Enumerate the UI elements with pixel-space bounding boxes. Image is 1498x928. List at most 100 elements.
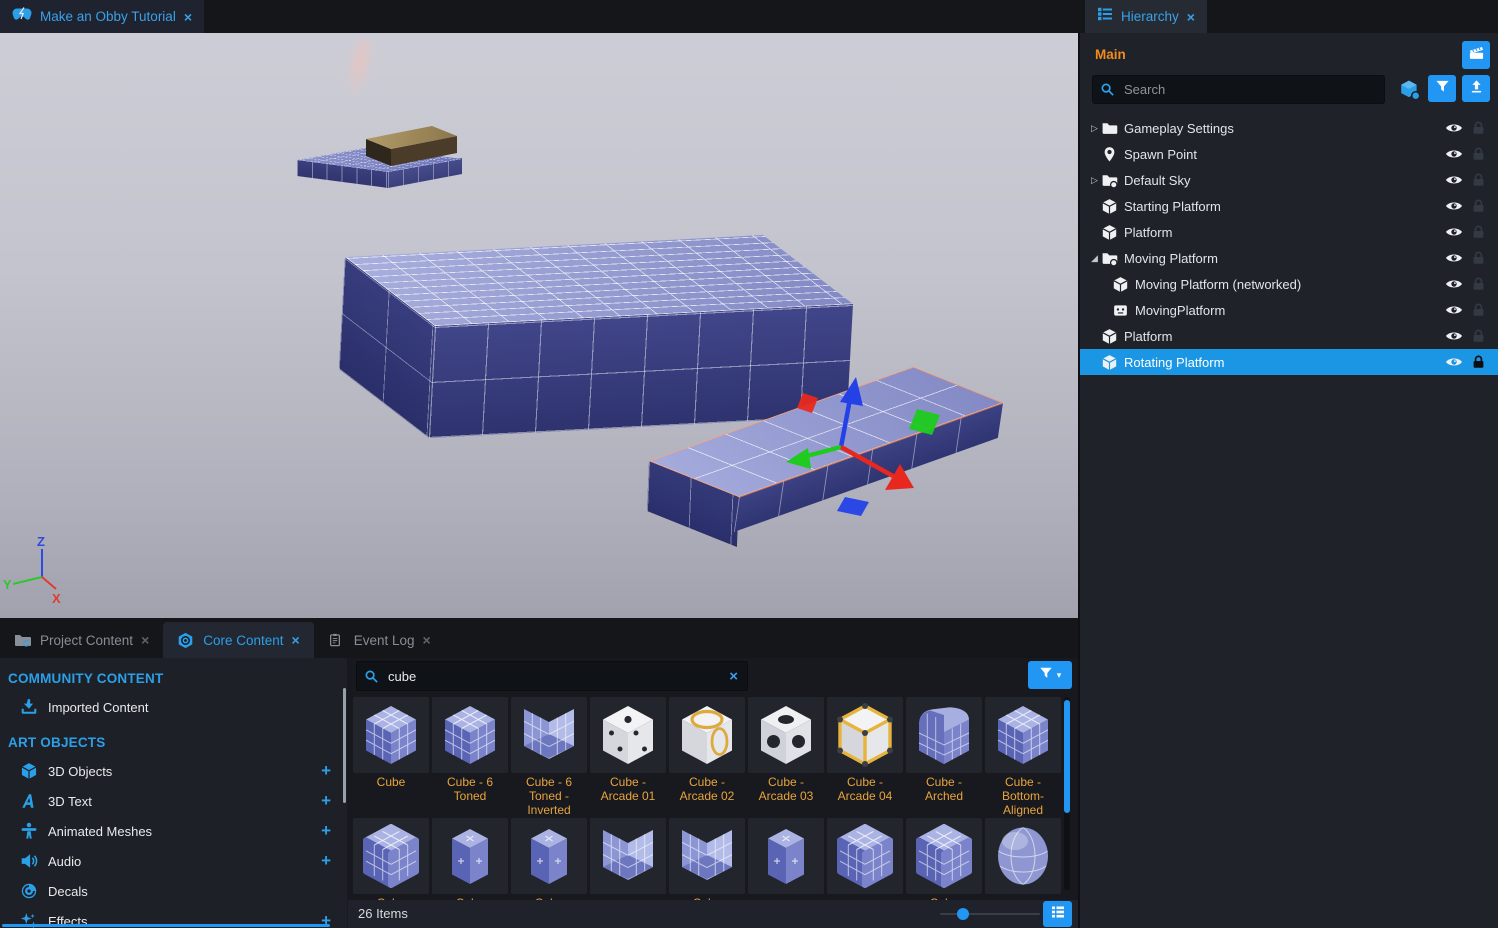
3d-viewport[interactable]: Z Y X xyxy=(0,33,1078,618)
asset-scrollbar-thumb[interactable] xyxy=(1064,700,1070,813)
hierarchy-item-spawn-point[interactable]: Spawn Point xyxy=(1080,141,1498,167)
hierarchy-item-moving-platform-networked[interactable]: Moving Platform (networked) xyxy=(1080,271,1498,297)
thumbnail-size-slider[interactable] xyxy=(940,913,1040,915)
asset-search[interactable]: × xyxy=(356,661,748,691)
axis-y-label: Y xyxy=(3,577,12,592)
scene-settings-button[interactable] xyxy=(1462,41,1490,69)
lock-icon[interactable] xyxy=(1471,276,1486,292)
hierarchy-item-moving-platform[interactable]: ◢Moving Platform xyxy=(1080,245,1498,271)
hierarchy-icon xyxy=(1097,6,1113,27)
close-icon[interactable]: × xyxy=(292,633,300,647)
sidebar-item-3d-text[interactable]: 3D Text+ xyxy=(0,786,347,816)
visibility-eye-icon[interactable] xyxy=(1445,276,1463,292)
axis-z-label: Z xyxy=(37,534,45,549)
asset-tile-cube-6-toned[interactable]: Cube - 6 Toned xyxy=(432,697,508,817)
asset-tile-cube[interactable]: Cube xyxy=(511,818,587,910)
add-button[interactable]: + xyxy=(321,761,331,781)
lock-icon[interactable] xyxy=(1471,146,1486,162)
close-icon[interactable]: × xyxy=(1187,10,1195,24)
asset-thumbnail xyxy=(590,697,666,773)
gamepad-icon xyxy=(12,7,32,26)
asset-tile-cube[interactable]: Cube xyxy=(906,818,982,910)
object-mode-icon[interactable] xyxy=(1399,79,1421,101)
close-icon[interactable]: × xyxy=(184,10,192,24)
clear-search-icon[interactable]: × xyxy=(729,669,738,684)
asset-tile-item[interactable] xyxy=(985,818,1061,910)
asset-tile-cube-arcade-01[interactable]: Cube - Arcade 01 xyxy=(590,697,666,817)
hierarchy-item-gameplay-settings[interactable]: ▷Gameplay Settings xyxy=(1080,115,1498,141)
view-mode-button[interactable] xyxy=(1043,901,1072,927)
hierarchy-search[interactable] xyxy=(1092,75,1385,104)
asset-tile-cube-arched[interactable]: Cube - Arched xyxy=(906,697,982,817)
export-button[interactable] xyxy=(1462,75,1490,102)
tab-project-content[interactable]: Project Content × xyxy=(0,622,163,658)
asset-tile-cube-arcade-04[interactable]: Cube - Arcade 04 xyxy=(827,697,903,817)
visibility-eye-icon[interactable] xyxy=(1445,198,1463,214)
lock-icon[interactable] xyxy=(1471,250,1486,266)
close-icon[interactable]: × xyxy=(141,633,149,647)
visibility-eye-icon[interactable] xyxy=(1445,224,1463,240)
clipboard-icon xyxy=(328,632,346,648)
visibility-eye-icon[interactable] xyxy=(1445,354,1463,370)
hierarchy-item-movingplatform[interactable]: MovingPlatform xyxy=(1080,297,1498,323)
visibility-eye-icon[interactable] xyxy=(1445,302,1463,318)
asset-tile-cube[interactable]: Cube xyxy=(432,818,508,910)
hierarchy-search-input[interactable] xyxy=(1122,81,1384,98)
hierarchy-item-rotating-platform[interactable]: Rotating Platform xyxy=(1080,349,1498,375)
visibility-eye-icon[interactable] xyxy=(1445,172,1463,188)
asset-tile-cube[interactable]: Cube xyxy=(353,818,429,910)
sidebar-item-imported-content[interactable]: Imported Content xyxy=(0,692,347,722)
slider-thumb[interactable] xyxy=(957,908,969,920)
tree-collapsed-icon[interactable]: ▷ xyxy=(1088,123,1101,134)
hierarchy-item-default-sky[interactable]: ▷Default Sky xyxy=(1080,167,1498,193)
visibility-eye-icon[interactable] xyxy=(1445,120,1463,136)
tab-event-log[interactable]: Event Log × xyxy=(314,622,445,658)
sidebar-item-3d-objects[interactable]: 3D Objects+ xyxy=(0,756,347,786)
hierarchy-tab[interactable]: Hierarchy × xyxy=(1085,0,1207,33)
project-tab[interactable]: Make an Obby Tutorial × xyxy=(0,0,204,33)
asset-tile-cube-arcade-03[interactable]: Cube - Arcade 03 xyxy=(748,697,824,817)
lock-icon[interactable] xyxy=(1471,328,1486,344)
script-icon xyxy=(1112,302,1129,319)
cube-icon xyxy=(1101,198,1118,215)
hierarchy-item-platform[interactable]: Platform xyxy=(1080,219,1498,245)
asset-tile-item[interactable] xyxy=(827,818,903,910)
hierarchy-item-label: Moving Platform (networked) xyxy=(1135,277,1445,292)
asset-tile-cube[interactable]: Cube xyxy=(353,697,429,817)
asset-tile-cube-bottom-aligned[interactable]: Cube - Bottom-Aligned xyxy=(985,697,1061,817)
visibility-eye-icon[interactable] xyxy=(1445,250,1463,266)
sidebar-scrollbar[interactable] xyxy=(343,688,346,803)
add-button[interactable]: + xyxy=(321,791,331,811)
asset-tile-item[interactable] xyxy=(590,818,666,910)
close-icon[interactable]: × xyxy=(423,633,431,647)
add-button[interactable]: + xyxy=(321,821,331,841)
asset-tile-item[interactable] xyxy=(748,818,824,910)
tab-core-content[interactable]: Core Content × xyxy=(163,622,313,658)
hierarchy-item-platform[interactable]: Platform xyxy=(1080,323,1498,349)
asset-tile-cube-arcade-02[interactable]: Cube - Arcade 02 xyxy=(669,697,745,817)
tree-collapsed-icon[interactable]: ▷ xyxy=(1088,175,1101,186)
asset-tile-cube-6-toned-inverted[interactable]: Cube - 6 Toned - Inverted xyxy=(511,697,587,817)
sidebar-item-animated-meshes[interactable]: Animated Meshes+ xyxy=(0,816,347,846)
asset-thumbnail xyxy=(669,697,745,773)
sidebar-item-audio[interactable]: Audio+ xyxy=(0,846,347,876)
asset-search-input[interactable] xyxy=(386,668,720,685)
hierarchy-item-starting-platform[interactable]: Starting Platform xyxy=(1080,193,1498,219)
lock-icon[interactable] xyxy=(1471,198,1486,214)
lock-icon[interactable] xyxy=(1471,120,1486,136)
add-button[interactable]: + xyxy=(321,851,331,871)
asset-tile-cube[interactable]: Cube xyxy=(669,818,745,910)
sidebar-item-decals[interactable]: Decals xyxy=(0,876,347,906)
visibility-eye-icon[interactable] xyxy=(1445,146,1463,162)
lock-icon[interactable] xyxy=(1471,302,1486,318)
lock-icon[interactable] xyxy=(1471,172,1486,188)
hierarchy-tab-label: Hierarchy xyxy=(1121,9,1179,24)
sidebar-h-scrollbar[interactable] xyxy=(2,924,330,927)
tree-expanded-icon[interactable]: ◢ xyxy=(1088,253,1101,264)
hierarchy-filter-button[interactable] xyxy=(1428,75,1456,102)
visibility-eye-icon[interactable] xyxy=(1445,328,1463,344)
lock-icon[interactable] xyxy=(1471,354,1486,370)
asset-filter-button[interactable]: ▾ xyxy=(1028,661,1072,689)
distant-effect xyxy=(340,34,379,102)
lock-icon[interactable] xyxy=(1471,224,1486,240)
